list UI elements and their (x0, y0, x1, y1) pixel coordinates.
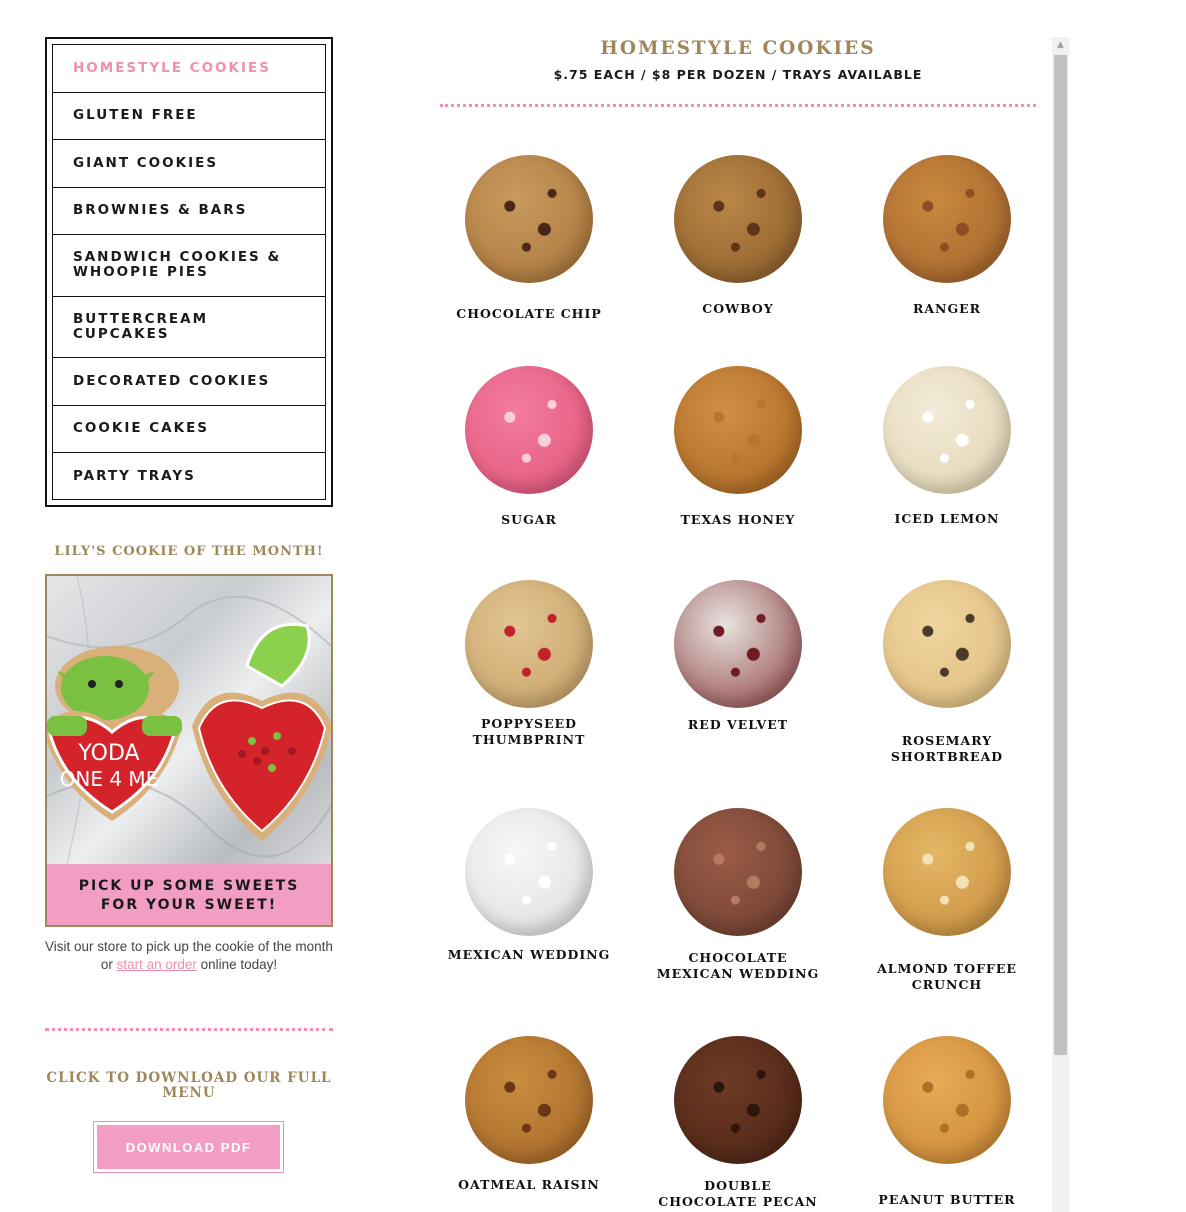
cookie-name: CHOCOLATE MEXICAN WEDDING (656, 950, 820, 981)
cookie-name: COWBOY (702, 301, 774, 316)
nav-item-decorated-cookies[interactable]: DECORATED COOKIES (53, 358, 325, 406)
cookie-of-month-image: YODA ONE 4 ME (47, 576, 331, 864)
nav-item-giant-cookies[interactable]: GIANT COOKIES (53, 140, 325, 188)
nav-item-cookie-cakes[interactable]: COOKIE CAKES (53, 406, 325, 453)
cookie-name: RED VELVET (687, 717, 789, 732)
cookie-image[interactable] (883, 808, 1011, 936)
pricing-subtitle: $.75 EACH / $8 PER DOZEN / TRAYS AVAILAB… (553, 67, 923, 82)
cookie-of-month-card[interactable]: YODA ONE 4 ME PICK UP SOME SWEETS FOR YO… (45, 574, 333, 927)
cookie-image[interactable] (465, 155, 593, 283)
nav-item-party-trays[interactable]: PARTY TRAYS (53, 453, 325, 501)
category-nav-list: HOMESTYLE COOKIES GLUTEN FREE GIANT COOK… (52, 44, 326, 500)
cookie-image[interactable] (674, 1036, 802, 1164)
cookie-image[interactable] (883, 366, 1011, 494)
cookie-image[interactable] (465, 808, 593, 936)
cookie-name: ALMOND TOFFEE CRUNCH (877, 961, 1017, 992)
download-pdf-button[interactable]: DOWNLOAD PDF (97, 1125, 280, 1169)
cookie-name: ROSEMARY SHORTBREAD (890, 733, 1004, 764)
cookie-of-month-title: LILY'S COOKIE OF THE MONTH! (54, 544, 324, 559)
category-nav: HOMESTYLE COOKIES GLUTEN FREE GIANT COOK… (45, 37, 333, 507)
start-order-link[interactable]: start an order (117, 957, 197, 972)
nav-item-sandwich-cookies[interactable]: SANDWICH COOKIES & WHOOPIE PIES (53, 235, 325, 297)
visit-text: Visit our store to pick up the cookie of… (45, 938, 333, 974)
cookie-image[interactable] (674, 366, 802, 494)
cookie-image[interactable] (465, 366, 593, 494)
cookie-name: SUGAR (501, 512, 557, 527)
cookie-of-month-caption: PICK UP SOME SWEETS FOR YOUR SWEET! (47, 864, 331, 925)
page-title: HOMESTYLE COOKIES (600, 38, 876, 59)
cookie-image[interactable] (883, 155, 1011, 283)
visit-text-after: online today! (196, 957, 278, 972)
cookie-name: DOUBLE CHOCOLATE PECAN (658, 1178, 818, 1209)
cookie-name: TEXAS HONEY (680, 512, 796, 527)
download-menu-title: CLICK TO DOWNLOAD OUR FULL MENU (46, 1070, 332, 1101)
cookie-image[interactable] (674, 580, 802, 708)
cookie-name: ICED LEMON (894, 511, 1000, 526)
nav-item-buttercream-cupcakes[interactable]: BUTTERCREAM CUPCAKES (53, 297, 325, 358)
svg-text:ONE 4 ME: ONE 4 ME (60, 767, 159, 791)
scroll-up-arrow-icon[interactable]: ▲ (1052, 37, 1069, 54)
scrollbar-thumb[interactable] (1054, 55, 1067, 1055)
cookie-name: POPPYSEED THUMBPRINT (472, 716, 586, 747)
download-pdf-button-frame: DOWNLOAD PDF (93, 1121, 284, 1173)
nav-item-brownies-bars[interactable]: BROWNIES & BARS (53, 188, 325, 235)
cookie-name: CHOCOLATE CHIP (456, 306, 602, 321)
cookie-name: OATMEAL RAISIN (458, 1177, 600, 1192)
nav-item-homestyle-cookies[interactable]: HOMESTYLE COOKIES (53, 45, 325, 93)
sidebar-divider (45, 1028, 333, 1031)
cookie-name: RANGER (912, 301, 982, 316)
cookie-name: MEXICAN WEDDING (447, 947, 611, 962)
title-divider (440, 104, 1036, 107)
cookie-image[interactable] (465, 1036, 593, 1164)
cookie-image[interactable] (883, 1036, 1011, 1164)
cookie-image[interactable] (465, 580, 593, 708)
cookie-image[interactable] (883, 580, 1011, 708)
svg-text:YODA: YODA (77, 741, 139, 766)
nav-item-gluten-free[interactable]: GLUTEN FREE (53, 93, 325, 140)
cookie-image[interactable] (674, 155, 802, 283)
cookie-image[interactable] (674, 808, 802, 936)
cookie-name: PEANUT BUTTER (878, 1192, 1016, 1207)
